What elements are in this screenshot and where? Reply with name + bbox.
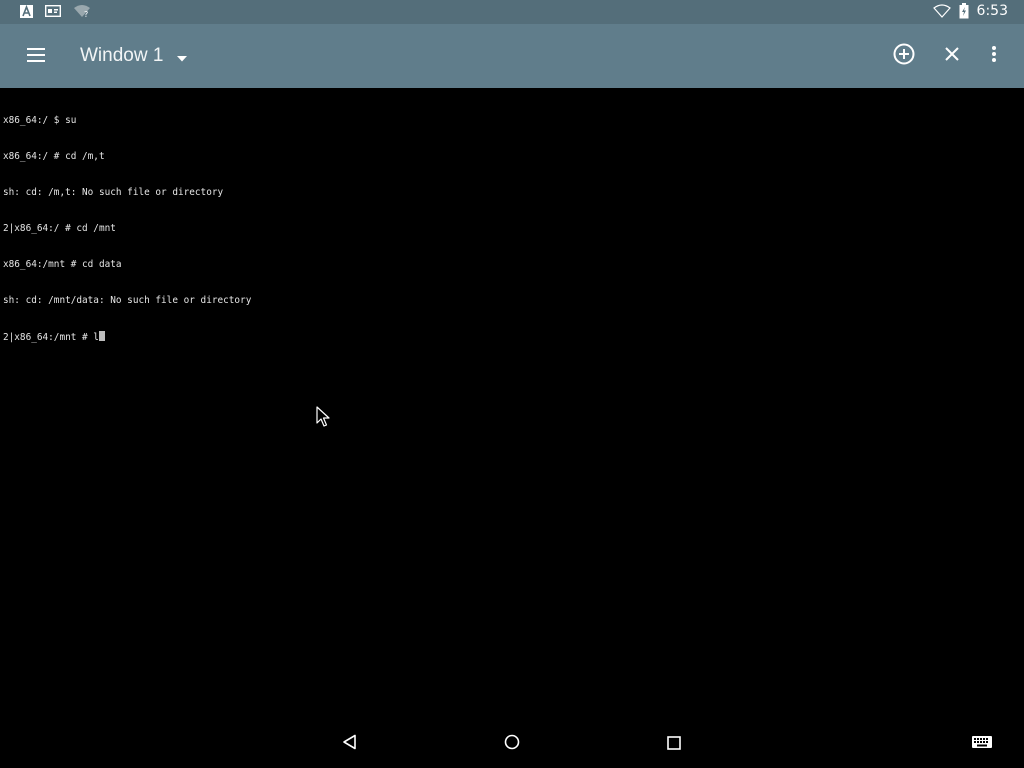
terminal-line: sh: cd: /m,t: No such file or directory bbox=[3, 187, 224, 198]
more-options-button[interactable] bbox=[980, 42, 1008, 70]
status-time: 6:53 bbox=[976, 3, 1008, 19]
close-window-button[interactable] bbox=[938, 42, 966, 70]
dropdown-arrow-icon bbox=[177, 47, 188, 66]
status-left-group: ? bbox=[20, 4, 91, 18]
terminal-output: x86_64:/ $ su x86_64:/ # cd /m,t sh: cd:… bbox=[3, 91, 251, 368]
a-notification-icon bbox=[20, 4, 33, 18]
recents-button[interactable] bbox=[662, 732, 686, 756]
svg-text:?: ? bbox=[84, 10, 88, 18]
add-window-icon bbox=[893, 43, 915, 69]
status-bar: ? 6:53 bbox=[0, 0, 1024, 24]
wifi-question-icon: ? bbox=[73, 4, 91, 18]
mouse-pointer-icon bbox=[316, 406, 332, 428]
window-title: Window 1 bbox=[80, 45, 164, 66]
close-window-icon bbox=[944, 46, 960, 66]
keyboard-button[interactable] bbox=[970, 732, 994, 756]
add-window-button[interactable] bbox=[890, 42, 918, 70]
home-button[interactable] bbox=[500, 732, 524, 756]
back-icon bbox=[342, 734, 358, 754]
window-selector[interactable]: Window 1 bbox=[80, 42, 188, 70]
terminal-view[interactable]: x86_64:/ $ su x86_64:/ # cd /m,t sh: cd:… bbox=[0, 88, 1024, 720]
home-icon bbox=[504, 734, 520, 754]
battery-charging-icon bbox=[959, 3, 969, 19]
recents-icon bbox=[667, 735, 681, 754]
navigation-bar bbox=[0, 720, 1024, 768]
terminal-prompt-text: 2|x86_64:/mnt # l bbox=[3, 332, 99, 343]
more-options-icon bbox=[992, 46, 996, 66]
app-toolbar: Window 1 bbox=[0, 24, 1024, 88]
back-button[interactable] bbox=[338, 732, 362, 756]
terminal-line: x86_64:/mnt # cd data bbox=[3, 259, 122, 270]
status-right-group: 6:53 bbox=[932, 3, 1008, 19]
text-cursor bbox=[98, 331, 105, 341]
terminal-line: x86_64:/ $ su bbox=[3, 115, 77, 126]
sim-notification-icon bbox=[45, 5, 61, 17]
terminal-line: 2|x86_64:/ # cd /mnt bbox=[3, 223, 116, 234]
menu-button[interactable] bbox=[18, 42, 54, 70]
hamburger-menu-icon bbox=[27, 47, 45, 66]
wifi-icon bbox=[932, 4, 951, 18]
terminal-line: x86_64:/ # cd /m,t bbox=[3, 151, 105, 162]
keyboard-icon bbox=[972, 735, 992, 754]
terminal-line: sh: cd: /mnt/data: No such file or direc… bbox=[3, 295, 252, 306]
terminal-prompt-line[interactable]: 2|x86_64:/mnt # l bbox=[3, 331, 251, 344]
